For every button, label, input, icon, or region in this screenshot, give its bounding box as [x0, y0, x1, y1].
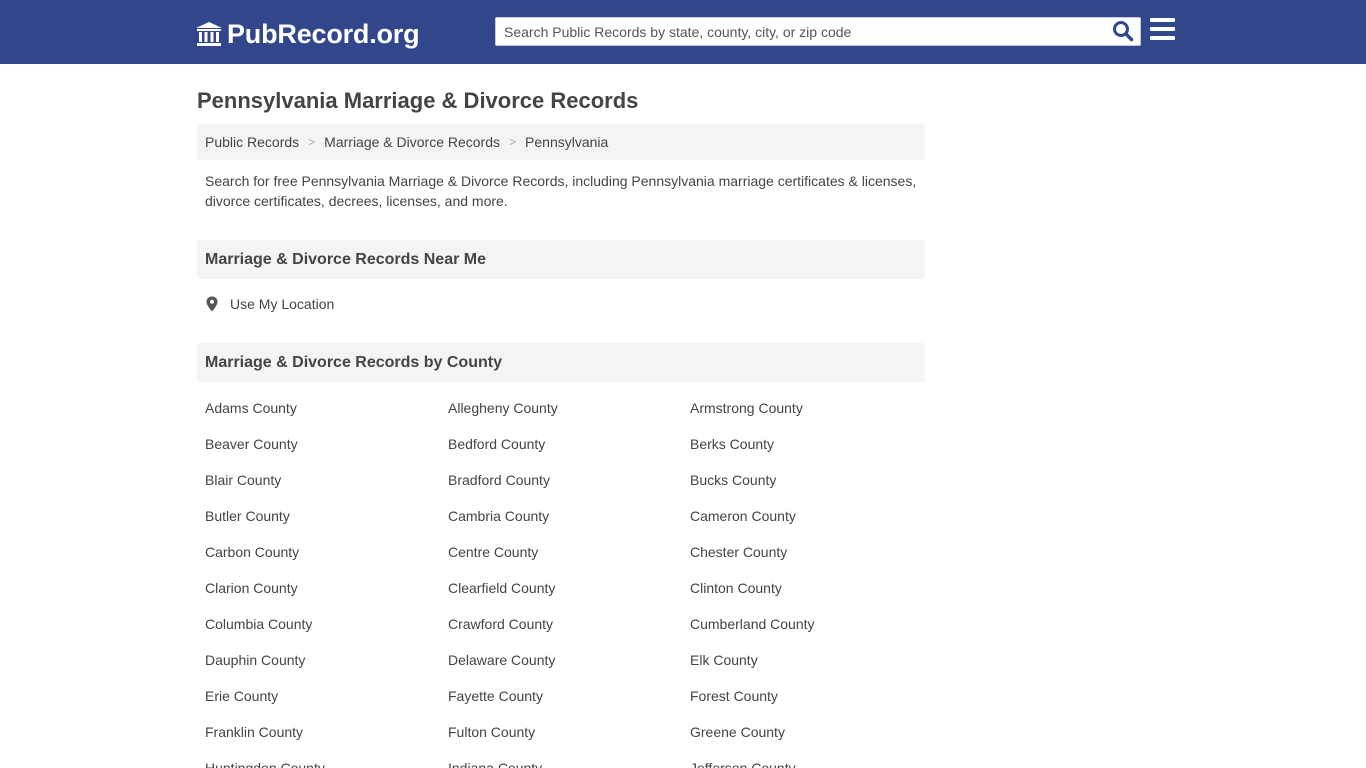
county-link[interactable]: Elk County: [690, 642, 930, 678]
county-link[interactable]: Carbon County: [205, 534, 448, 570]
breadcrumb-public-records[interactable]: Public Records: [205, 134, 299, 150]
county-link[interactable]: Blair County: [205, 462, 448, 498]
breadcrumb-separator: >: [308, 135, 316, 149]
county-link[interactable]: Cumberland County: [690, 606, 930, 642]
use-my-location-link[interactable]: Use My Location: [205, 296, 334, 312]
county-link[interactable]: Indiana County: [448, 750, 690, 768]
search-box: [495, 17, 1141, 46]
county-link[interactable]: Huntingdon County: [205, 750, 448, 768]
county-link[interactable]: Franklin County: [205, 714, 448, 750]
intro-text: Search for free Pennsylvania Marriage & …: [205, 173, 917, 209]
county-link[interactable]: Berks County: [690, 426, 930, 462]
county-link[interactable]: Cambria County: [448, 498, 690, 534]
county-heading: Marriage & Divorce Records by County: [197, 343, 925, 382]
county-link[interactable]: Delaware County: [448, 642, 690, 678]
county-link[interactable]: Columbia County: [205, 606, 448, 642]
county-link[interactable]: Fulton County: [448, 714, 690, 750]
search-button[interactable]: [1110, 20, 1136, 44]
county-link[interactable]: Crawford County: [448, 606, 690, 642]
county-link[interactable]: Cameron County: [690, 498, 930, 534]
search-icon: [1113, 21, 1134, 42]
menu-button[interactable]: [1149, 18, 1176, 44]
search-input[interactable]: [496, 18, 1108, 45]
county-link[interactable]: Erie County: [205, 678, 448, 714]
county-link[interactable]: Forest County: [690, 678, 930, 714]
county-link[interactable]: Adams County: [205, 390, 448, 426]
breadcrumb-pennsylvania[interactable]: Pennsylvania: [525, 134, 608, 150]
county-link[interactable]: Bucks County: [690, 462, 930, 498]
county-link[interactable]: Bedford County: [448, 426, 690, 462]
county-link[interactable]: Dauphin County: [205, 642, 448, 678]
county-link[interactable]: Allegheny County: [448, 390, 690, 426]
near-me-heading: Marriage & Divorce Records Near Me: [197, 240, 925, 279]
site-header: PubRecord.org: [0, 0, 1366, 64]
logo-text: PubRecord.org: [227, 18, 420, 49]
hamburger-menu-icon: [1150, 18, 1175, 22]
county-link[interactable]: Fayette County: [448, 678, 690, 714]
breadcrumb-separator: >: [509, 135, 517, 149]
county-link[interactable]: Centre County: [448, 534, 690, 570]
breadcrumb: Public Records > Marriage & Divorce Reco…: [197, 124, 925, 160]
breadcrumb-marriage-divorce[interactable]: Marriage & Divorce Records: [324, 134, 500, 150]
county-link[interactable]: Clinton County: [690, 570, 930, 606]
county-link[interactable]: Bradford County: [448, 462, 690, 498]
county-link[interactable]: Armstrong County: [690, 390, 930, 426]
county-link[interactable]: Beaver County: [205, 426, 448, 462]
county-link[interactable]: Clarion County: [205, 570, 448, 606]
site-logo[interactable]: PubRecord.org: [195, 17, 420, 51]
county-link[interactable]: Chester County: [690, 534, 930, 570]
map-pin-icon: [206, 296, 218, 312]
page-title: Pennsylvania Marriage & Divorce Records: [197, 88, 639, 113]
courthouse-icon: [196, 22, 222, 46]
county-link[interactable]: Jefferson County: [690, 750, 930, 768]
county-link[interactable]: Clearfield County: [448, 570, 690, 606]
county-link[interactable]: Butler County: [205, 498, 448, 534]
county-link[interactable]: Greene County: [690, 714, 930, 750]
county-list: Adams County Allegheny County Armstrong Co…: [205, 390, 933, 768]
use-my-location-label: Use My Location: [230, 296, 335, 312]
